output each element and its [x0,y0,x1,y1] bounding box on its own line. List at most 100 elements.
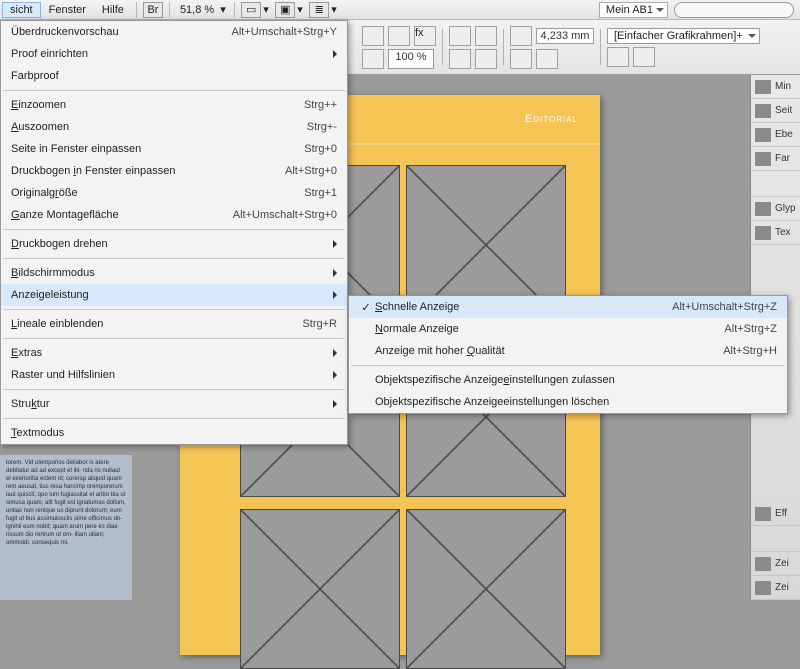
menu-item[interactable]: Textmodus [1,422,347,444]
menu-item[interactable]: Proof einrichten [1,43,347,65]
search-input[interactable] [674,2,794,18]
menu-view[interactable]: sicht [2,2,41,18]
menu-item[interactable]: ✓Schnelle AnzeigeAlt+Umschalt+Strg+Z [349,296,787,318]
menu-item[interactable]: Anzeigeleistung [1,284,347,306]
menu-item[interactable]: Raster und Hilfslinien [1,364,347,386]
menu-item[interactable]: Originalgröße Strg+1 [1,182,347,204]
workspace-dropdown[interactable]: Mein AB1 [599,2,668,18]
menu-item[interactable]: Struktur [1,393,347,415]
opt-b-icon[interactable] [633,47,655,67]
submenu-arrow-icon [333,240,341,248]
menu-shortcut: Strg+1 [304,187,337,199]
menu-item-label: Überdruckenvorschau [11,26,202,38]
menu-item-label: Auszoomen [11,121,277,133]
menu-item[interactable]: Objektspezifische Anzeigeeinstellungen z… [349,369,787,391]
menu-item-label: Originalgröße [11,187,274,199]
opt-a-icon[interactable] [607,47,629,67]
menu-item[interactable]: Einzoomen Strg++ [1,94,347,116]
panel-tab-glyphs[interactable]: Glyp [751,197,800,221]
menu-item-label: Struktur [11,398,337,410]
menubar: sicht Fenster Hilfe Br 51,8 % ▾ ▭▾ ▣▾ ≣▾… [0,0,800,20]
menu-item-label: Objektspezifische Anzeigeeinstellungen l… [375,396,777,408]
stroke-dd-icon[interactable] [536,49,558,69]
menu-item-label: Schnelle Anzeige [375,301,642,313]
display-perf-submenu: ✓Schnelle AnzeigeAlt+Umschalt+Strg+ZNorm… [348,295,788,414]
menu-item-label: Anzeigeleistung [11,289,337,301]
menu-item[interactable]: Seite in Fenster einpassenStrg+0 [1,138,347,160]
view-menu: Überdruckenvorschau Alt+Umschalt+Strg+Y Pr… [0,20,348,445]
menu-item[interactable]: Überdruckenvorschau Alt+Umschalt+Strg+Y [1,21,347,43]
align-1-icon[interactable] [449,26,471,46]
panel-icon [755,557,771,571]
menu-shortcut: Strg++ [304,99,337,111]
menu-help[interactable]: Hilfe [94,2,132,18]
view-mode-icon[interactable]: ▭ [241,2,261,18]
menu-item[interactable]: Anzeige mit hoher QualitätAlt+Strg+H [349,340,787,362]
menu-item-label: Extras [11,347,337,359]
zoom-field[interactable]: 100 % [388,49,434,69]
panel-tab-pages[interactable]: Seit [751,99,800,123]
panel-icon [755,152,771,166]
panel-tab-layers[interactable]: Ebe [751,123,800,147]
submenu-arrow-icon [333,349,341,357]
menu-item[interactable]: Objektspezifische Anzeigeeinstellungen l… [349,391,787,413]
menu-item-label: Farbproof [11,70,337,82]
menu-item-label: Normale Anzeige [375,323,694,335]
checkmark-icon: ✓ [359,301,373,314]
submenu-arrow-icon [333,371,341,379]
graphic-frame[interactable] [406,509,566,669]
panel-icon [755,80,771,94]
stroke-icon[interactable] [510,49,532,69]
menu-window[interactable]: Fenster [41,2,94,18]
fx-button[interactable]: fx [414,26,436,46]
crop-icon[interactable] [510,26,532,46]
menu-item[interactable]: AuszoomenStrg+- [1,116,347,138]
bridge-icon[interactable]: Br [143,2,163,18]
menu-shortcut: Alt+Strg+Z [724,323,777,335]
panel-tab-effects[interactable]: Eff [751,502,800,526]
menu-shortcut: Alt+Umschalt+Strg+Y [232,26,337,38]
menu-item[interactable]: Druckbogen in Fenster einpassenAlt+Strg+… [1,160,347,182]
menu-item-label: Proof einrichten [11,48,337,60]
submenu-arrow-icon [333,269,341,277]
chevron-down-icon[interactable]: ▾ [220,3,230,16]
align-3-icon[interactable] [449,49,471,69]
menu-item-label: Ganze Montagefläche [11,209,203,221]
panel-tab-swatches[interactable]: Far [751,147,800,171]
menu-item-label: Druckbogen drehen [11,238,337,250]
panel-tab-char[interactable]: Zei [751,552,800,576]
menu-item-label: Textmodus [11,427,337,439]
menu-item-label: Bildschirmmodus [11,267,337,279]
text-frame[interactable]: torem. Vid utemporios dellabor is atere … [0,455,132,600]
menu-item-label: Raster und Hilfslinien [11,369,337,381]
panel-tab-text[interactable]: Tex [751,221,800,245]
panel-tab-mini[interactable]: Min [751,75,800,99]
graphic-frame[interactable] [240,509,400,669]
panel-icon [755,104,771,118]
menu-item-label: Objektspezifische Anzeigeeinstellungen z… [375,374,777,386]
menu-item[interactable]: Lineale einblendenStrg+R [1,313,347,335]
zoom-level[interactable]: 51,8 % [180,4,214,16]
panel-tab-para[interactable]: Zei [751,576,800,600]
size-field[interactable]: 4,233 mm [536,28,594,44]
menu-item[interactable]: Normale Anzeige Alt+Strg+Z [349,318,787,340]
menu-item-label: Einzoomen [11,99,274,111]
menu-item-label: Anzeige mit hoher Qualität [375,345,693,357]
panel-icon [755,128,771,142]
flip-v-icon[interactable] [388,26,410,46]
align-2-icon[interactable] [475,26,497,46]
arrange-icon[interactable]: ≣ [309,2,329,18]
menu-item[interactable]: Extras [1,342,347,364]
align-4-icon[interactable] [475,49,497,69]
panel-icon [755,226,771,240]
menu-item[interactable]: Ganze MontageflächeAlt+Umschalt+Strg+0 [1,204,347,226]
submenu-arrow-icon [333,291,341,299]
screen-mode-icon[interactable]: ▣ [275,2,295,18]
menu-item[interactable]: Bildschirmmodus [1,262,347,284]
menu-item[interactable]: Farbproof [1,65,347,87]
menu-item-label: Seite in Fenster einpassen [11,143,274,155]
flip-h-icon[interactable] [362,26,384,46]
frame-style-dropdown[interactable]: [Einfacher Grafikrahmen]+ [607,28,760,44]
menu-item[interactable]: Druckbogen drehen [1,233,347,255]
rotate-icon[interactable] [362,49,384,69]
